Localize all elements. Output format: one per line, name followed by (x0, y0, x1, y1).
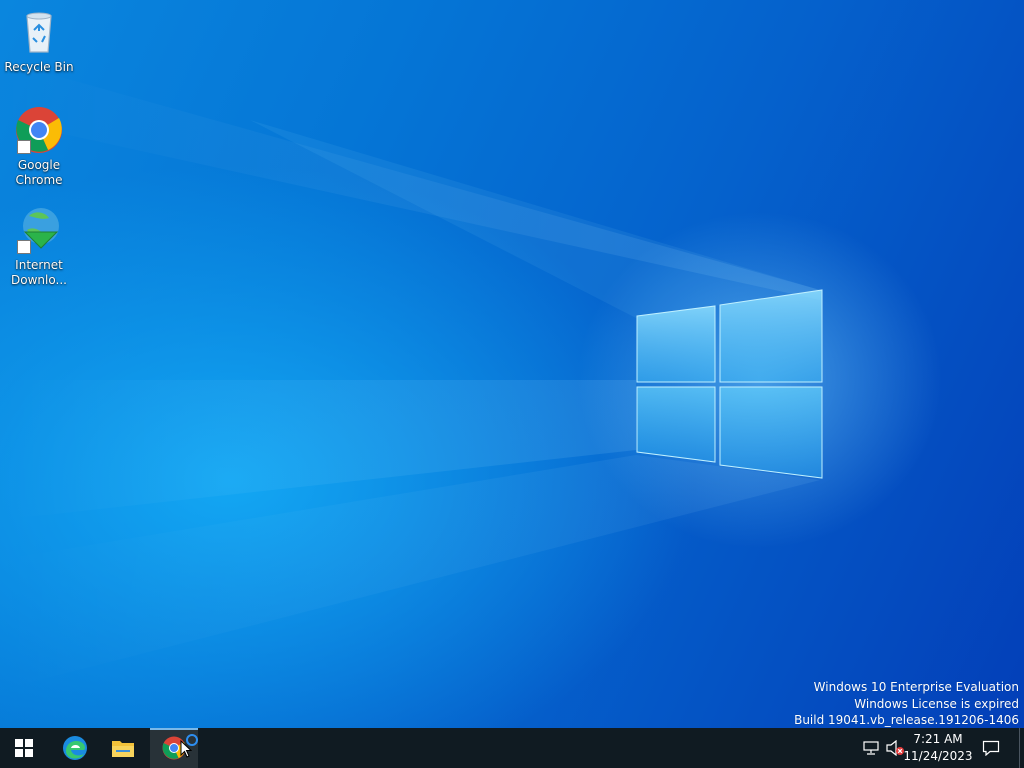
recycle-bin-icon (15, 8, 63, 56)
desktop-icon-google-chrome[interactable]: Google Chrome (4, 106, 74, 188)
action-center-button[interactable] (978, 728, 1004, 768)
clock-date: 11/24/2023 (903, 749, 973, 763)
watermark-build: Build 19041.vb_release.191206-1406 (794, 713, 1019, 727)
watermark-edition: Windows 10 Enterprise Evaluation (813, 680, 1019, 694)
windows-logo-icon (15, 739, 33, 757)
folder-icon (112, 741, 134, 757)
clock-time: 7:21 AM (913, 732, 963, 746)
desktop-icon-internet-download-manager[interactable]: Internet Downlo... (4, 206, 74, 288)
taskbar-file-explorer-button[interactable] (99, 728, 147, 768)
show-desktop-button[interactable] (1019, 728, 1024, 768)
wallpaper-windows-logo (636, 289, 823, 479)
desktop-icon-recycle-bin[interactable]: Recycle Bin (4, 8, 74, 75)
watermark-license: Windows License is expired (854, 696, 1019, 711)
shortcut-arrow-icon (17, 140, 31, 154)
network-tray-button[interactable] (860, 728, 882, 768)
active-window-indicator (150, 728, 198, 730)
wallpaper-light-beams (0, 60, 823, 690)
system-clock[interactable]: 7:21 AM 11/24/2023 (902, 728, 974, 768)
taskbar: 7:21 AM 11/24/2023 (0, 728, 1024, 768)
mouse-cursor (180, 740, 192, 758)
desktop-icon-label: Internet Downlo... (11, 258, 67, 287)
desktop-icon-label: Recycle Bin (4, 60, 74, 74)
edge-icon (63, 736, 87, 760)
chrome-icon (15, 106, 63, 154)
windows-activation-watermark: Windows 10 Enterprise Evaluation Windows… (794, 679, 1019, 728)
desktop[interactable]: Recycle Bin Google Chrome Internet Downl… (0, 0, 1024, 728)
shortcut-arrow-icon (17, 240, 31, 254)
internet-download-manager-icon (15, 206, 63, 254)
network-icon (863, 741, 879, 755)
desktop-icon-label: Google Chrome (15, 158, 63, 187)
action-center-icon (982, 740, 1000, 756)
taskbar-edge-button[interactable] (51, 728, 99, 768)
start-button[interactable] (0, 728, 48, 768)
